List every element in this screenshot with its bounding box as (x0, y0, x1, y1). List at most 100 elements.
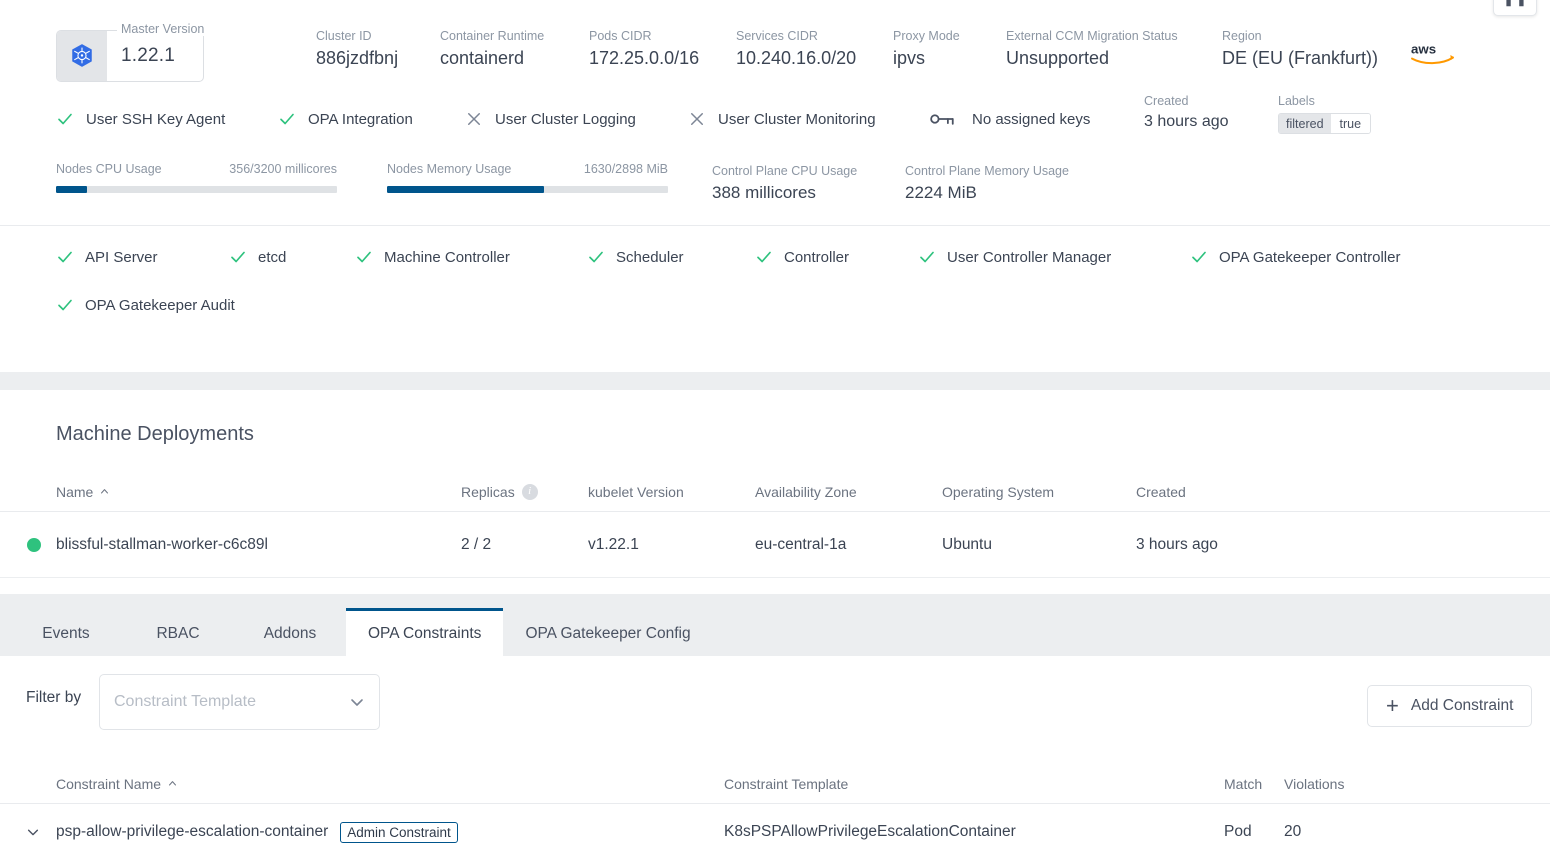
meta-container-runtime: Container Runtime containerd (440, 28, 544, 72)
meta-label: Services CIDR (736, 28, 856, 44)
feature-user-cluster-monitoring: User Cluster Monitoring (688, 110, 876, 128)
check-icon (755, 248, 773, 266)
column-header-constraint-template[interactable]: Constraint Template (724, 776, 1224, 792)
svg-text:aws: aws (1411, 42, 1436, 57)
health-etcd: etcd (229, 248, 286, 266)
created-block: Created 3 hours ago (1144, 92, 1229, 134)
tab-addons[interactable]: Addons (234, 608, 346, 656)
column-header-kubelet-version[interactable]: kubelet Version (588, 484, 755, 500)
add-constraint-button[interactable]: + Add Constraint (1367, 685, 1532, 727)
metric-value: 388 millicores (712, 180, 857, 206)
meta-proxy-mode: Proxy Mode ipvs (893, 28, 960, 72)
health-label: Machine Controller (384, 249, 510, 266)
aws-logo: aws (1410, 40, 1456, 71)
check-icon (56, 248, 74, 266)
health-opa-gatekeeper-controller: OPA Gatekeeper Controller (1190, 248, 1400, 266)
health-label: API Server (85, 249, 158, 266)
expand-row-chevron-icon[interactable] (26, 825, 40, 839)
master-version-body: Master Version 1.22.1 (107, 31, 203, 81)
usage-label: Nodes CPU Usage (56, 162, 162, 176)
meta-cluster-id: Cluster ID 886jzdfbnj (316, 28, 398, 72)
column-header-created[interactable]: Created (1136, 484, 1336, 500)
health-label: etcd (258, 249, 286, 266)
metric-label: Control Plane Memory Usage (905, 162, 1069, 180)
tab-opa-gatekeeper-config[interactable]: OPA Gatekeeper Config (503, 608, 712, 656)
cell-name: blissful-stallman-worker-c6c89l (56, 536, 461, 554)
column-header-replicas[interactable]: Replicas i (461, 484, 588, 500)
constraint-row[interactable]: psp-allow-privilege-escalation-container… (0, 804, 1550, 851)
cell-created: 3 hours ago (1136, 536, 1336, 554)
cell-constraint-name: psp-allow-privilege-escalation-container… (56, 822, 724, 843)
column-label: Match (1224, 776, 1262, 792)
column-header-operating-system[interactable]: Operating System (942, 484, 1136, 500)
feature-label: OPA Integration (308, 111, 413, 128)
usage-value: 356/3200 millicores (229, 162, 337, 176)
master-version-label: Master Version (117, 22, 208, 36)
meta-value: containerd (440, 44, 544, 72)
column-header-constraint-name[interactable]: Constraint Name (56, 776, 724, 792)
opa-constraints-panel: Filter by Constraint Template Constraint… (0, 656, 1550, 851)
health-opa-gatekeeper-audit: OPA Gatekeeper Audit (56, 296, 235, 314)
machine-deployments-table: Name Replicas i kubelet Version Availabi… (0, 472, 1550, 578)
constraints-table-header: Constraint Name Constraint Template Matc… (0, 764, 1550, 804)
control-plane-cpu-usage: Control Plane CPU Usage 388 millicores (712, 162, 857, 206)
progress-fill (56, 186, 87, 193)
usage-label: Nodes Memory Usage (387, 162, 511, 176)
label-chip[interactable]: filtered true (1278, 113, 1371, 134)
constraint-template-select[interactable]: Constraint Template (99, 674, 380, 730)
health-label: User Controller Manager (947, 249, 1111, 266)
filter-row: Filter by Constraint Template (0, 656, 1550, 756)
kubernetes-icon (57, 31, 107, 81)
plus-icon: + (1386, 695, 1399, 717)
progress-fill (387, 186, 544, 193)
tab-opa-constraints[interactable]: OPA Constraints (346, 608, 503, 656)
labels-label: Labels (1278, 92, 1371, 110)
column-label: Availability Zone (755, 484, 857, 500)
cell-operating-system: Ubuntu (942, 536, 1136, 554)
health-machine-controller: Machine Controller (355, 248, 510, 266)
cell-availability-zone: eu-central-1a (755, 536, 942, 554)
check-icon (587, 248, 605, 266)
health-controller: Controller (755, 248, 849, 266)
meta-value: DE (EU (Frankfurt)) (1222, 44, 1378, 72)
meta-label: Region (1222, 28, 1378, 44)
meta-pods-cidr: Pods CIDR 172.25.0.0/16 (589, 28, 699, 72)
meta-label: Proxy Mode (893, 28, 960, 44)
constraint-name-text: psp-allow-privilege-escalation-container (56, 823, 328, 841)
column-header-availability-zone[interactable]: Availability Zone (755, 484, 942, 500)
label-chip-value: true (1331, 114, 1371, 133)
constraint-template-placeholder: Constraint Template (114, 693, 349, 711)
label-chip-key: filtered (1279, 114, 1331, 133)
meta-label: Cluster ID (316, 28, 398, 44)
meta-label: External CCM Migration Status (1006, 28, 1178, 44)
check-icon (1190, 248, 1208, 266)
master-version-value: 1.22.1 (121, 45, 175, 67)
nodes-memory-usage: Nodes Memory Usage 1630/2898 MiB (387, 162, 668, 193)
health-label: Scheduler (616, 249, 684, 266)
check-icon (56, 296, 74, 314)
tab-rbac[interactable]: RBAC (122, 608, 234, 656)
meta-label: Pods CIDR (589, 28, 699, 44)
cell-kubelet-version: v1.22.1 (588, 536, 755, 554)
cell-constraint-template: K8sPSPAllowPrivilegeEscalationContainer (724, 823, 1224, 841)
tab-events[interactable]: Events (10, 608, 122, 656)
check-icon (918, 248, 936, 266)
feature-ssh-keys: No assigned keys (930, 110, 1090, 128)
overflow-menu-button[interactable]: ▘▝ (1493, 0, 1537, 16)
cell-replicas: 2 / 2 (461, 536, 588, 554)
column-header-name[interactable]: Name (56, 484, 461, 500)
filter-by-label: Filter by (26, 689, 81, 707)
table-row[interactable]: blissful-stallman-worker-c6c89l 2 / 2 v1… (0, 512, 1550, 578)
health-scheduler: Scheduler (587, 248, 684, 266)
check-icon (229, 248, 247, 266)
column-label: Constraint Name (56, 776, 161, 792)
nodes-memory-progress-bar (387, 186, 668, 193)
column-header-violations[interactable]: Violations (1284, 776, 1384, 792)
sort-asc-icon (168, 779, 177, 788)
check-icon (355, 248, 373, 266)
meta-services-cidr: Services CIDR 10.240.16.0/20 (736, 28, 856, 72)
info-icon[interactable]: i (522, 484, 538, 500)
cross-icon (688, 110, 706, 128)
column-header-match[interactable]: Match (1224, 776, 1284, 792)
tab-bar: Events RBAC Addons OPA Constraints OPA G… (0, 594, 1550, 656)
